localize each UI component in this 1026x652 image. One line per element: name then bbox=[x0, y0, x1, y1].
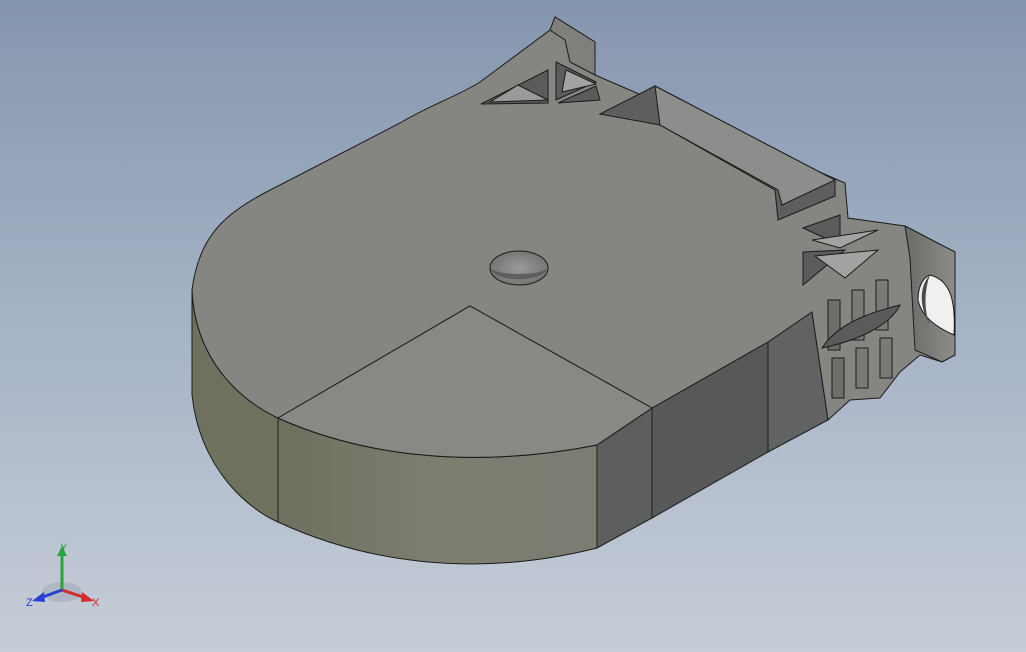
axis-triad[interactable]: Y X Z bbox=[24, 538, 108, 614]
x-axis-label: X bbox=[92, 597, 100, 609]
z-axis-arrow bbox=[32, 592, 45, 602]
y-axis-label: Y bbox=[60, 542, 68, 554]
z-axis-label: Z bbox=[26, 597, 33, 609]
center-hole bbox=[489, 250, 549, 286]
part-model[interactable] bbox=[0, 0, 1026, 652]
cad-viewport[interactable]: Y X Z bbox=[0, 0, 1026, 652]
